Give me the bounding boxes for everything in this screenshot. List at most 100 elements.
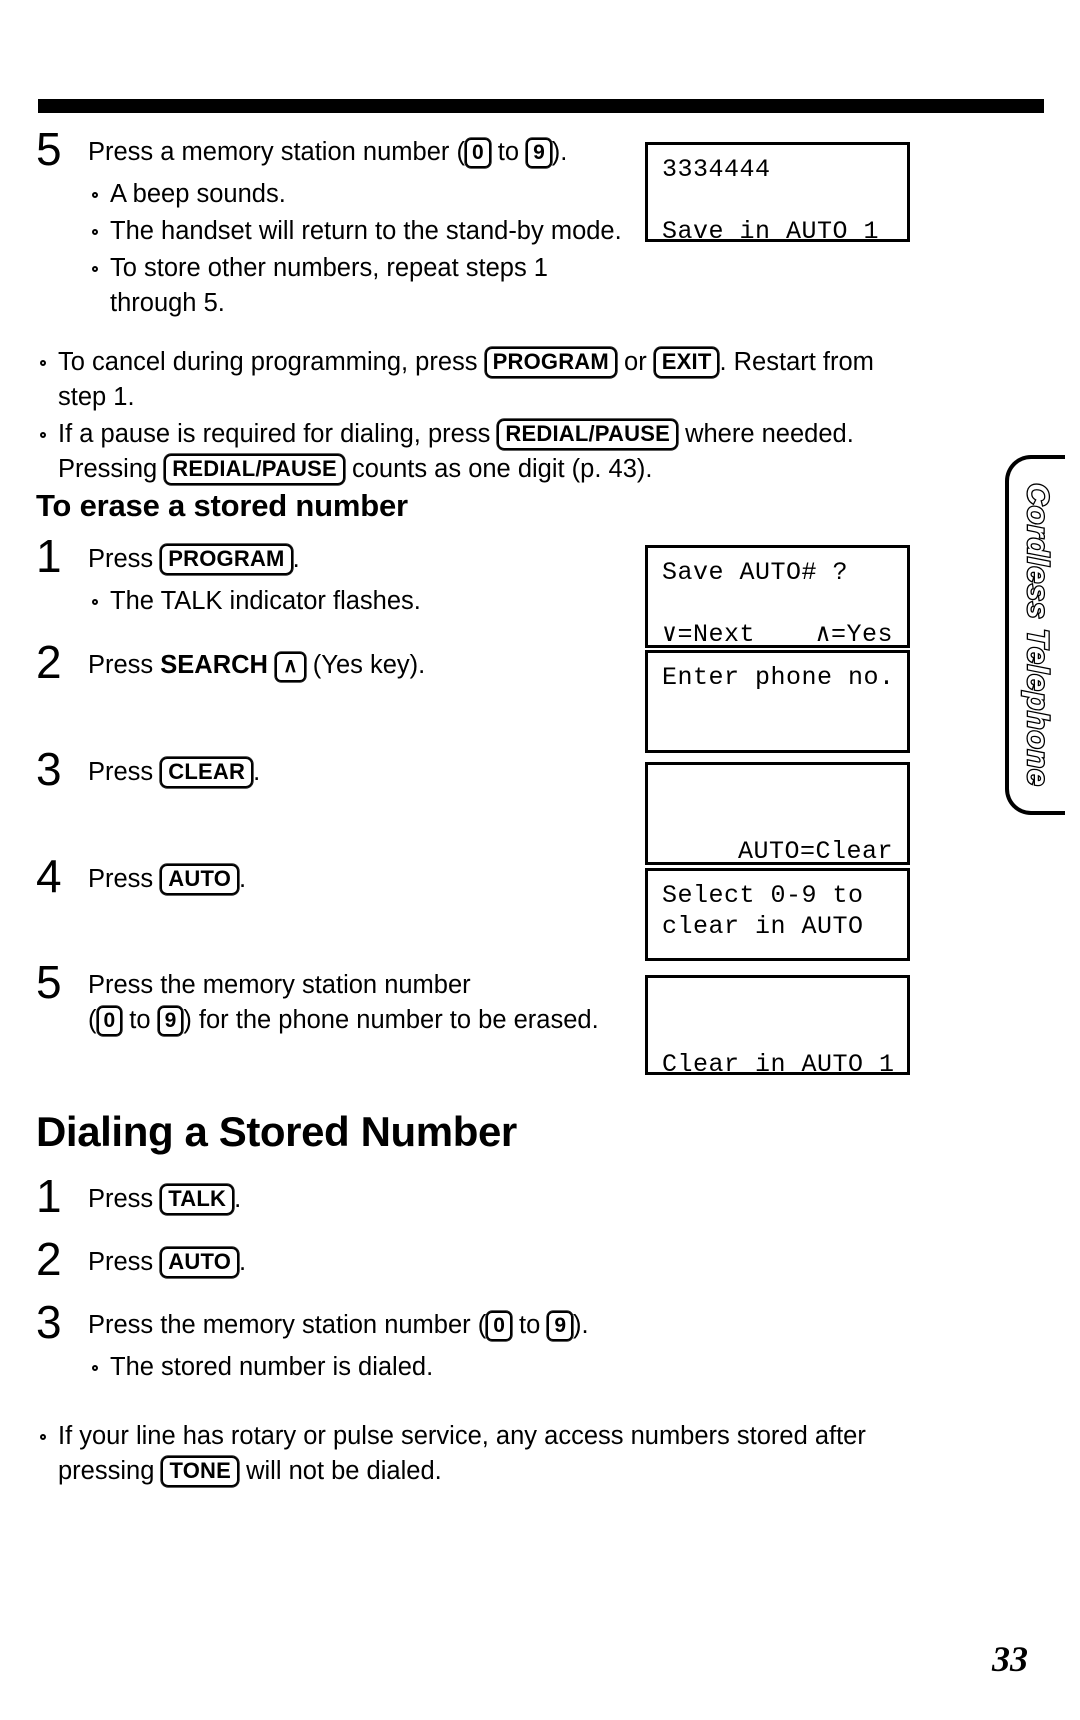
dial-step-3: 3 Press the memory station number (0 to … xyxy=(36,1299,796,1387)
step-text-after: . xyxy=(239,1248,247,1276)
key-clear: CLEAR xyxy=(160,757,254,788)
step-number: 2 xyxy=(36,636,62,688)
key-tone: TONE xyxy=(161,1456,239,1487)
erase-step-1: 1 Press PROGRAM. The TALK indicator flas… xyxy=(36,533,636,621)
lcd-line-3: AUTO=Clear xyxy=(737,837,893,866)
up-arrow-icon: ∧ xyxy=(275,652,306,682)
lcd-clear-in-auto: Clear in AUTO 1 xyxy=(645,975,910,1079)
step-number: 2 xyxy=(36,1233,62,1285)
list-item: A beep sounds. xyxy=(88,177,636,212)
store-notes-list: To cancel during programming, press PROG… xyxy=(36,345,916,487)
step-text-mid: to xyxy=(490,138,527,166)
note-text-b: or xyxy=(616,348,654,376)
step-text-before: Press xyxy=(88,865,161,893)
list-item: To store other numbers, repeat steps 1 t… xyxy=(88,251,636,321)
step-text: Press the memory station number (0 to 9) … xyxy=(88,968,636,1038)
lcd-enter-phone-no: Enter phone no. xyxy=(645,650,910,753)
step-text-before: Press xyxy=(88,1248,161,1276)
step-text-open: ( xyxy=(88,1006,97,1034)
key-program: PROGRAM xyxy=(484,347,617,378)
side-thumb-tab: Cordless Telephone xyxy=(1005,455,1065,815)
step-text: Press the memory station number (0 to 9)… xyxy=(88,1308,796,1387)
key-program: PROGRAM xyxy=(160,544,293,575)
key-9: 9 xyxy=(547,1311,574,1341)
dial-note-list: If your line has rotary or pulse service… xyxy=(36,1419,936,1489)
lcd-line-3 xyxy=(662,724,893,755)
dial-step-1: 1 Press TALK. xyxy=(36,1173,736,1219)
erase-step-5: 5 Press the memory station number (0 to 9… xyxy=(36,959,636,1038)
section-heading-erase: To erase a stored number xyxy=(36,488,408,523)
step-text: Press TALK. xyxy=(88,1182,736,1217)
key-auto: AUTO xyxy=(160,1247,240,1278)
lcd-save-auto-number: Save AUTO# ? ∨=Next ∧=Yes xyxy=(645,545,910,650)
step-text-before: Press the memory station number ( xyxy=(88,1311,487,1339)
step-text-after: . xyxy=(239,865,247,893)
key-9: 9 xyxy=(157,1006,184,1036)
lcd-line-2 xyxy=(662,1018,893,1049)
list-item: If your line has rotary or pulse service… xyxy=(36,1419,936,1489)
step-number: 4 xyxy=(36,850,62,902)
step-text-before: Press xyxy=(88,651,161,679)
step-text: Press a memory station number (0 to 9). … xyxy=(88,135,636,323)
note-text-after: will not be dialed. xyxy=(239,1457,442,1485)
step-number: 3 xyxy=(36,743,62,795)
note-text-a: If a pause is required for dialing, pres… xyxy=(58,420,498,448)
lcd-line-1: 3334444 xyxy=(662,155,771,184)
store-notes: To cancel during programming, press PROG… xyxy=(36,338,916,489)
step-text-mid: to xyxy=(511,1311,548,1339)
label-search: SEARCH xyxy=(160,651,268,679)
header-rule xyxy=(38,99,1044,113)
key-talk: TALK xyxy=(160,1184,235,1215)
lcd-line-1 xyxy=(662,987,893,1018)
step-text-before: Press xyxy=(88,545,161,573)
step-text: Press AUTO. xyxy=(88,862,636,897)
step-text-before: Press xyxy=(88,1185,161,1213)
step-text-after: (Yes key). xyxy=(305,651,426,679)
step-text-line2: ) for the phone number to be erased. xyxy=(183,1006,599,1034)
note-text-a: To cancel during programming, press xyxy=(58,348,485,376)
lcd-yes-hint: ∧=Yes xyxy=(815,620,893,649)
key-redial-pause: REDIAL/PAUSE xyxy=(164,454,345,485)
lcd-auto-equals-clear: AUTO=Clear xyxy=(645,762,910,866)
lcd-line-3 xyxy=(662,942,893,973)
lcd-line-2 xyxy=(662,588,893,619)
erase-step-4: 4 Press AUTO. xyxy=(36,853,636,899)
step-text-after: . xyxy=(253,758,261,786)
lcd-line-1: Select 0-9 to xyxy=(662,881,864,910)
dial-step-2: 2 Press AUTO. xyxy=(36,1236,736,1282)
page-number: 33 xyxy=(992,1639,1028,1679)
step-number: 5 xyxy=(36,123,62,175)
erase-step-2: 2 Press SEARCH ∧ (Yes key). xyxy=(36,639,636,685)
lcd-line-2 xyxy=(662,805,893,836)
dial-note: If your line has rotary or pulse service… xyxy=(36,1412,936,1491)
key-9: 9 xyxy=(526,138,552,168)
key-redial-pause: REDIAL/PAUSE xyxy=(497,419,678,450)
step-number: 1 xyxy=(36,1170,62,1222)
note-text-c: counts as one digit (p. 43). xyxy=(344,455,653,483)
step-text: Press AUTO. xyxy=(88,1245,736,1280)
step-text-before: Press a memory station number ( xyxy=(88,138,465,166)
step-text-after: ). xyxy=(573,1311,589,1339)
step-text: Press PROGRAM. The TALK indicator flashe… xyxy=(88,542,636,621)
key-0: 0 xyxy=(486,1311,512,1341)
lcd-line-3: ∨=Next ∧=Yes xyxy=(662,619,893,650)
key-auto: AUTO xyxy=(160,864,240,895)
dial-step-3-bullets: The stored number is dialed. xyxy=(88,1350,796,1385)
store-step-5: 5 Press a memory station number (0 to 9)… xyxy=(36,126,636,323)
step-text-line1: Press the memory station number xyxy=(88,971,471,999)
lcd-line-1 xyxy=(662,774,893,805)
list-item: The handset will return to the stand-by … xyxy=(88,214,636,249)
lcd-line-1: Save AUTO# ? xyxy=(662,558,849,587)
lcd-select-0-9: Select 0-9 to clear in AUTO xyxy=(645,868,910,961)
manual-page: 5 Press a memory station number (0 to 9)… xyxy=(0,0,1080,1720)
step-number: 3 xyxy=(36,1296,62,1348)
key-0: 0 xyxy=(96,1006,123,1036)
lcd-line-3: Save in AUTO 1 xyxy=(662,217,880,246)
key-exit: EXIT xyxy=(653,347,720,378)
erase-step-3: 3 Press CLEAR. xyxy=(36,746,636,792)
lcd-line-3: Clear in AUTO 1 xyxy=(662,1050,895,1079)
step-text-mid: to xyxy=(122,1006,158,1034)
step-text-before: Press xyxy=(88,758,161,786)
lcd-line-2 xyxy=(662,185,893,216)
list-item: If a pause is required for dialing, pres… xyxy=(36,417,916,487)
